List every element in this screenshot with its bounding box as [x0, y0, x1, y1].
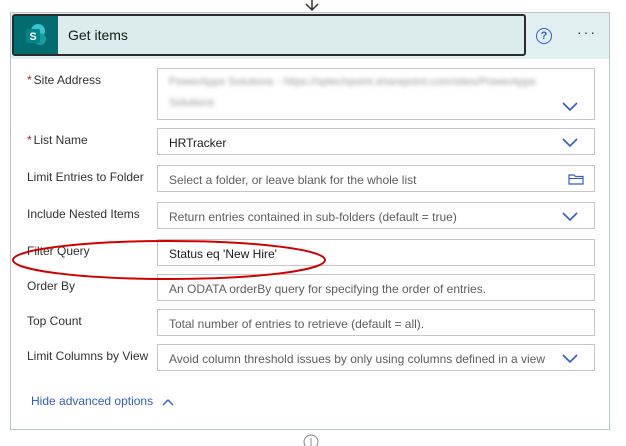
svg-text:S: S [29, 31, 36, 43]
site-address-value-line1: PowerApps Solutions - https://sptechpoin… [169, 76, 536, 88]
get-items-action-card: S Get items ? ··· * Site Address PowerApp… [10, 12, 610, 430]
required-asterisk: * [27, 73, 32, 87]
help-icon[interactable]: ? [536, 28, 552, 44]
list-name-dropdown[interactable]: HRTracker [157, 128, 595, 155]
annotation-ellipse [12, 240, 326, 280]
connector-arrow-icon [305, 0, 319, 12]
chevron-down-icon[interactable] [562, 354, 578, 364]
include-nested-items-label: Include Nested Items [27, 207, 140, 221]
site-address-dropdown[interactable]: PowerApps Solutions - https://sptechpoin… [157, 68, 595, 120]
folder-icon[interactable] [568, 173, 584, 185]
limit-entries-folder-input[interactable]: Select a folder, or leave blank for the … [157, 165, 595, 192]
action-title: Get items [68, 27, 128, 43]
site-address-label: * Site Address [27, 73, 102, 87]
action-header[interactable]: S Get items ? ··· [11, 13, 609, 59]
hide-advanced-options-label: Hide advanced options [31, 394, 154, 408]
limit-columns-by-view-label: Limit Columns by View [27, 349, 149, 363]
limit-entries-folder-placeholder: Select a folder, or leave blank for the … [169, 173, 417, 187]
include-nested-items-placeholder: Return entries contained in sub-folders … [169, 210, 457, 224]
action-title-box[interactable]: S Get items [12, 14, 526, 56]
site-address-value-line2: Solutions [169, 97, 215, 109]
limit-columns-by-view-placeholder: Avoid column threshold issues by only us… [169, 352, 545, 366]
chevron-up-icon [162, 398, 174, 406]
chevron-down-icon[interactable] [562, 138, 578, 148]
order-by-placeholder: An ODATA orderBy query for specifying th… [169, 282, 487, 296]
sharepoint-icon: S [14, 16, 58, 54]
list-name-label: * List Name [27, 133, 88, 147]
limit-entries-folder-label: Limit Entries to Folder [27, 170, 144, 184]
top-count-label: Top Count [27, 314, 82, 328]
more-options-icon[interactable]: ··· [577, 25, 599, 43]
hide-advanced-options-link[interactable]: Hide advanced options [31, 394, 174, 408]
add-step-connector-icon[interactable] [303, 430, 319, 446]
chevron-down-icon[interactable] [562, 212, 578, 222]
top-count-input[interactable]: Total number of entries to retrieve (def… [157, 309, 595, 336]
list-name-value: HRTracker [169, 136, 227, 150]
limit-columns-by-view-dropdown[interactable]: Avoid column threshold issues by only us… [157, 344, 595, 371]
required-asterisk: * [27, 133, 32, 147]
top-count-placeholder: Total number of entries to retrieve (def… [169, 317, 425, 331]
include-nested-items-dropdown[interactable]: Return entries contained in sub-folders … [157, 202, 595, 229]
chevron-down-icon[interactable] [562, 102, 578, 112]
